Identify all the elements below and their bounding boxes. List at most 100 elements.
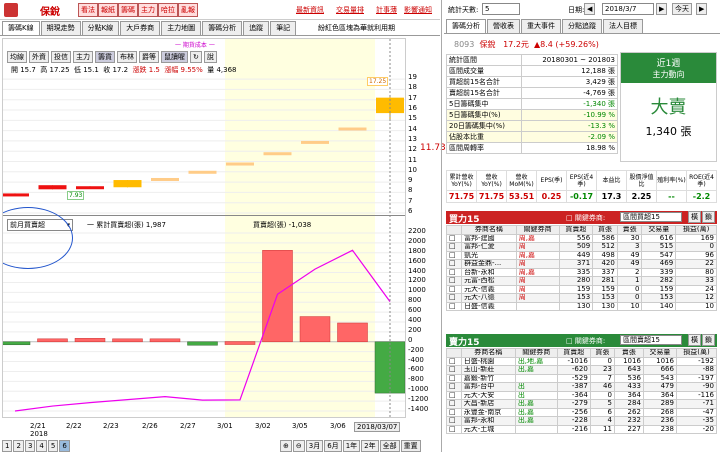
- row-checkbox[interactable]: □: [445, 276, 463, 286]
- row-checkbox[interactable]: □: [446, 416, 462, 426]
- table-row[interactable]: □ 元大-大安出 -364 0 364 364 -116: [446, 390, 718, 400]
- table-row[interactable]: □ 群益金鼎-... 周 371 420 49 469 22: [445, 259, 717, 269]
- chips-button[interactable]: 籌碼: [118, 3, 138, 17]
- col-header[interactable]: 賣張: [613, 348, 644, 358]
- row-checkbox[interactable]: □: [445, 259, 463, 269]
- range-all[interactable]: 全部: [379, 440, 400, 452]
- range-3m[interactable]: 3月: [305, 440, 324, 452]
- col-header[interactable]: 損益(萬): [675, 225, 717, 235]
- col-header[interactable]: 買張: [589, 348, 615, 358]
- col-header[interactable]: 券商名稱: [461, 225, 517, 235]
- col-header[interactable]: 關鍵券商: [515, 225, 560, 235]
- page-3[interactable]: 3: [24, 440, 36, 452]
- row-checkbox[interactable]: □: [445, 242, 463, 252]
- col-header[interactable]: 券商名稱: [460, 348, 516, 358]
- tab-main-map[interactable]: 主力地圖: [161, 21, 202, 35]
- row-checkbox[interactable]: □: [445, 293, 463, 303]
- table-row[interactable]: □ 大昌-新店 出,嘉 -279 5 284 289 -71: [446, 399, 718, 409]
- page-1[interactable]: 1: [2, 440, 13, 452]
- news-button[interactable]: 報紙: [98, 3, 118, 17]
- link-notes[interactable]: 計事薄: [376, 5, 397, 15]
- table-row[interactable]: □ 富邦-仁愛周 509 512 3 515 0: [445, 242, 717, 252]
- tab-chip-analysis-r[interactable]: 籌碼分析: [446, 19, 486, 33]
- main-force-button[interactable]: 主力: [138, 3, 158, 17]
- zoom-in-button[interactable]: ⊕: [280, 440, 292, 452]
- buy-btn-lock[interactable]: 鎖: [702, 211, 715, 223]
- table-row[interactable]: □ 日盛-信義 130 130 10 140 10: [445, 301, 717, 311]
- row-checkbox[interactable]: □: [446, 390, 462, 400]
- buy-filter[interactable]: □ 關鍵券商:: [566, 213, 605, 223]
- row-checkbox[interactable]: □: [445, 301, 463, 311]
- col-header[interactable]: 關鍵券商: [514, 348, 558, 358]
- table-row[interactable]: □ 元富-西松周 280 281 1 282 33: [445, 276, 717, 286]
- range-1y[interactable]: 1年: [342, 440, 361, 452]
- table-row[interactable]: □ 富邦-台中出 -387 46 433 479 -90: [446, 382, 718, 392]
- row-checkbox[interactable]: □: [445, 267, 463, 277]
- table-row[interactable]: □ 凱光 周,嘉 449 498 49 547 96: [445, 250, 717, 260]
- rumor-button[interactable]: 亂報: [178, 3, 198, 17]
- tab-target[interactable]: 法人目標: [603, 19, 643, 33]
- link-latest[interactable]: 最新資訊: [296, 5, 324, 15]
- date-input[interactable]: 2018/3/7: [602, 3, 654, 15]
- range-2y[interactable]: 2年: [361, 440, 379, 452]
- buy-btn-h[interactable]: 橫: [688, 211, 701, 223]
- row-checkbox[interactable]: □: [446, 356, 462, 366]
- col-header[interactable]: 交易量: [642, 348, 677, 358]
- table-row[interactable]: □ 元大-信義周 159 159 0 159 24: [445, 284, 717, 294]
- zoom-out-button[interactable]: ⊖: [292, 440, 305, 452]
- calendar-next-button[interactable]: ▶: [696, 3, 708, 15]
- sell-filter[interactable]: □ 關鍵券商:: [566, 336, 605, 346]
- chat-button[interactable]: 哈拉: [158, 3, 178, 17]
- page-6[interactable]: 6: [59, 440, 70, 452]
- tab-chip-k[interactable]: 籌碼K線: [2, 21, 40, 35]
- col-header[interactable]: 賣張: [616, 225, 643, 235]
- table-row[interactable]: □ 永豐金-南京 出,嘉 -256 6 262 268 -47: [446, 407, 718, 417]
- table-row[interactable]: □ 台新-永和 周,嘉 335 337 2 339 80: [445, 267, 717, 277]
- row-checkbox[interactable]: □: [446, 399, 462, 409]
- table-row[interactable]: □ 元大-八德周 153 153 0 153 12: [445, 293, 717, 303]
- col-header[interactable]: 買賣超: [558, 225, 594, 235]
- tab-revenue[interactable]: 營收表: [487, 19, 520, 33]
- row-checkbox[interactable]: □: [446, 407, 462, 417]
- tab-big-broker[interactable]: 大戶券商: [120, 21, 161, 35]
- sell-select[interactable]: 區間賣超15: [620, 335, 682, 345]
- row-checkbox[interactable]: □: [446, 365, 462, 375]
- sell-btn-lock[interactable]: 鎖: [702, 334, 715, 346]
- row-checkbox[interactable]: □: [445, 284, 463, 294]
- row-checkbox[interactable]: □: [446, 373, 462, 383]
- tab-track[interactable]: 追蹤: [243, 21, 270, 35]
- col-header[interactable]: 交易量: [641, 225, 677, 235]
- reset-button[interactable]: 重置: [400, 440, 421, 452]
- buy-select[interactable]: 區間買超15: [620, 212, 682, 222]
- row-checkbox[interactable]: □: [446, 382, 462, 392]
- link-notify[interactable]: 影響通知: [404, 5, 432, 15]
- table-row[interactable]: □ 日盛-桃園 出,地,嘉 -1016 0 1016 1016 -192: [446, 356, 718, 366]
- table-row[interactable]: □ 嘉鍛-新竹 -529 7 536 543 -197: [446, 373, 718, 383]
- page-4[interactable]: 4: [36, 440, 47, 452]
- tab-events[interactable]: 重大事件: [521, 19, 561, 33]
- tab-branch-track[interactable]: 分點追蹤: [562, 19, 602, 33]
- view-button[interactable]: 看法: [78, 3, 98, 17]
- table-row[interactable]: □ 富邦-建國 周,嘉 556 586 30 616 169: [445, 233, 717, 243]
- prev-date-button[interactable]: ◀: [584, 3, 596, 15]
- page-5[interactable]: 5: [47, 440, 59, 452]
- page-2[interactable]: 2: [13, 440, 24, 452]
- tab-futures[interactable]: 期現走勢: [40, 21, 81, 35]
- row-checkbox[interactable]: □: [446, 424, 462, 434]
- col-header[interactable]: 損益(萬): [675, 348, 718, 358]
- days-select[interactable]: 5: [482, 3, 520, 15]
- range-6m[interactable]: 6月: [324, 440, 342, 452]
- col-header[interactable]: 買張: [592, 225, 618, 235]
- row-checkbox[interactable]: □: [445, 250, 463, 260]
- today-button[interactable]: 今天: [672, 3, 692, 15]
- table-row[interactable]: □ 玉山-新莊 出,嘉 -620 23 643 666 -88: [446, 365, 718, 375]
- tab-branch-k[interactable]: 分點K線: [81, 21, 120, 35]
- table-row[interactable]: □ 富邦-永和 出,嘉 -228 4 232 236 -35: [446, 416, 718, 426]
- link-volume[interactable]: 交易量排: [336, 5, 364, 15]
- sell-btn-h[interactable]: 橫: [688, 334, 701, 346]
- tab-chip-analysis[interactable]: 籌碼分析: [202, 21, 243, 35]
- row-checkbox[interactable]: □: [445, 233, 463, 243]
- tab-notes[interactable]: 筆記: [270, 21, 297, 35]
- next-date-button[interactable]: ▶: [656, 3, 668, 15]
- col-header[interactable]: 買賣超: [556, 348, 591, 358]
